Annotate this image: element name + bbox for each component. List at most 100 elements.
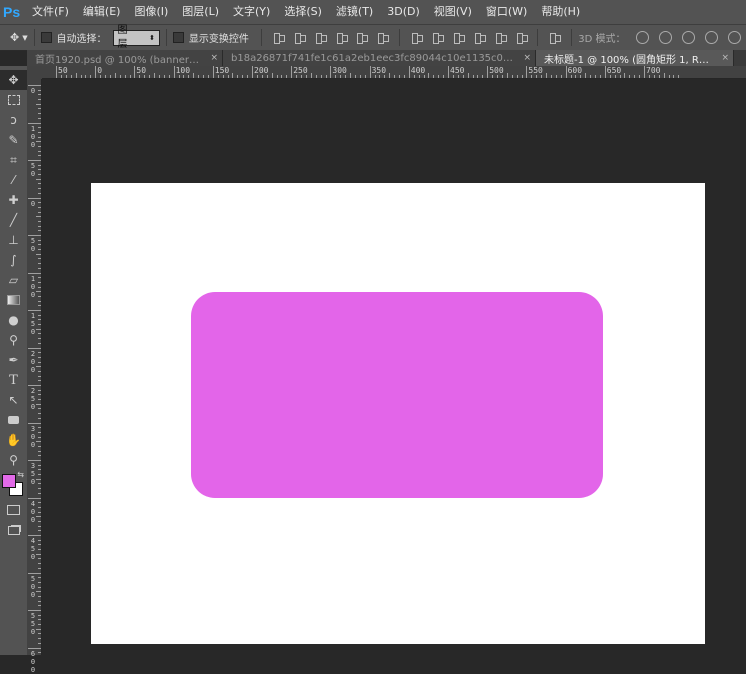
screen-mode-icon[interactable]	[0, 520, 27, 540]
marquee-tool-icon[interactable]	[0, 90, 27, 110]
menu-window[interactable]: 窗口(W)	[479, 0, 534, 24]
menu-image[interactable]: 图像(I)	[127, 0, 175, 24]
ruler-minor-tick	[38, 150, 41, 152]
tool-preset-picker[interactable]: ✥ ▼	[10, 31, 28, 44]
ruler-minor-tick	[36, 516, 41, 518]
foreground-color-swatch[interactable]	[2, 474, 16, 488]
ruler-tick	[28, 122, 41, 124]
eraser-tool-icon[interactable]: ▱	[0, 270, 27, 290]
ruler-minor-tick	[261, 75, 263, 78]
distribute-top-icon[interactable]	[410, 32, 423, 44]
ruler-origin[interactable]	[27, 66, 43, 79]
close-icon[interactable]: ×	[523, 53, 531, 63]
ruler-minor-tick	[541, 75, 543, 78]
align-right-icon[interactable]	[376, 32, 390, 44]
ruler-minor-tick	[364, 75, 366, 78]
show-transform-checkbox[interactable]	[173, 32, 184, 43]
crop-tool-icon[interactable]: ⌗	[0, 150, 27, 170]
distribute-right-icon[interactable]	[515, 32, 528, 44]
ruler-minor-tick	[38, 399, 41, 401]
ruler-label: 350	[371, 66, 387, 75]
align-bottom-icon[interactable]	[314, 32, 327, 44]
show-transform-label: 显示变换控件	[188, 34, 249, 45]
ruler-minor-tick	[38, 183, 41, 185]
ruler-label: 300	[30, 424, 36, 449]
horizontal-ruler[interactable]: 50 0 50 100 150 200 250 300 350 400 450 500 550 600 65…	[42, 66, 746, 79]
move-tool-icon[interactable]: ✥	[0, 70, 27, 90]
align-vcenter-icon[interactable]	[293, 32, 306, 44]
menu-edit[interactable]: 编辑(E)	[76, 0, 128, 24]
document-tab-1[interactable]: 首页1920.psd @ 100% (banner02, RGB... ×	[27, 50, 223, 66]
dodge-tool-icon[interactable]: ⚲	[0, 330, 27, 350]
rounded-rectangle-shape[interactable]	[191, 292, 603, 498]
ruler-minor-tick	[38, 563, 41, 565]
ruler-tick	[28, 310, 41, 311]
3d-roll-icon[interactable]	[659, 31, 673, 44]
ruler-minor-tick	[457, 75, 459, 78]
auto-select-dropdown[interactable]: 图层 ⬍	[112, 25, 161, 50]
ruler-minor-tick	[433, 75, 435, 78]
ruler-label: 150	[214, 66, 230, 75]
clone-stamp-tool-icon[interactable]: ⊥	[0, 230, 27, 250]
lasso-tool-icon[interactable]: ↄ	[0, 110, 27, 130]
path-selection-tool-icon[interactable]: ↖	[0, 390, 27, 410]
distribute-vcenter-icon[interactable]	[431, 32, 444, 44]
document-tab-3[interactable]: 未标题-1 @ 100% (圆角矩形 1, RGB/8) * ×	[536, 50, 734, 66]
blur-tool-icon[interactable]: ●	[0, 310, 27, 330]
menu-view[interactable]: 视图(V)	[427, 0, 479, 24]
history-brush-tool-icon[interactable]: ∫	[0, 250, 27, 270]
ruler-minor-tick	[619, 75, 621, 78]
menu-type[interactable]: 文字(Y)	[226, 0, 277, 24]
ruler-minor-tick	[575, 75, 577, 78]
menu-3d[interactable]: 3D(D)	[380, 0, 427, 24]
ruler-label: 650	[606, 66, 622, 75]
close-icon[interactable]: ×	[210, 53, 218, 63]
align-top-icon[interactable]	[272, 32, 285, 44]
color-swatches[interactable]: ⇆	[0, 470, 27, 500]
shape-tool-icon[interactable]	[0, 410, 27, 430]
align-hcenter-icon[interactable]	[355, 32, 369, 44]
quick-selection-tool-icon[interactable]: ✎	[0, 130, 27, 150]
distribute-hcenter-icon[interactable]	[494, 32, 507, 44]
ruler-label: 500	[30, 574, 36, 599]
auto-align-icon[interactable]	[548, 32, 562, 44]
ruler-minor-tick	[634, 75, 636, 78]
document-tab-2[interactable]: b18a26871f741fe1c61a2eb1eec3fc89044c10e1…	[223, 50, 536, 66]
hand-tool-icon[interactable]: ✋	[0, 430, 27, 450]
eyedropper-tool-icon[interactable]: ⁄	[0, 170, 27, 190]
3d-pan-icon[interactable]	[682, 31, 696, 44]
ruler-minor-tick	[144, 75, 146, 78]
quick-mask-icon[interactable]	[0, 500, 27, 520]
canvas-workspace[interactable]	[42, 79, 746, 655]
healing-brush-tool-icon[interactable]: ✚	[0, 190, 27, 210]
gradient-tool-icon[interactable]	[0, 290, 27, 310]
menu-filter[interactable]: 滤镜(T)	[329, 0, 380, 24]
vertical-ruler[interactable]: 0 100 50 0 50 100 150 200 250 300 350 400 450 500 550 6…	[27, 79, 42, 674]
ruler-minor-tick	[595, 75, 596, 78]
menu-layer[interactable]: 图层(L)	[175, 0, 226, 24]
ruler-minor-tick	[536, 75, 538, 78]
ruler-minor-tick	[38, 314, 41, 316]
pen-tool-icon[interactable]: ✒	[0, 350, 27, 370]
menu-select[interactable]: 选择(S)	[277, 0, 329, 24]
3d-orbit-icon[interactable]	[636, 31, 650, 44]
menu-help[interactable]: 帮助(H)	[534, 0, 587, 24]
ruler-minor-tick	[462, 75, 464, 78]
3d-slide-icon[interactable]	[705, 31, 719, 44]
menu-file[interactable]: 文件(F)	[25, 0, 76, 24]
3d-scale-icon[interactable]	[728, 31, 741, 44]
distribute-left-icon[interactable]	[473, 32, 486, 44]
brush-tool-icon[interactable]: ╱	[0, 210, 27, 230]
swap-colors-icon[interactable]: ⇆	[17, 470, 24, 479]
ruler-minor-tick	[668, 75, 670, 78]
close-icon[interactable]: ×	[721, 53, 729, 63]
ruler-minor-tick	[609, 75, 611, 78]
zoom-tool-icon[interactable]: ⚲	[0, 450, 27, 470]
document-canvas[interactable]	[91, 183, 705, 644]
ruler-minor-tick	[38, 164, 41, 166]
ruler-minor-tick	[124, 75, 126, 78]
type-tool-icon[interactable]: T	[0, 370, 27, 390]
distribute-bottom-icon[interactable]	[452, 32, 465, 44]
align-left-icon[interactable]	[335, 32, 348, 44]
auto-select-checkbox[interactable]	[40, 32, 52, 43]
